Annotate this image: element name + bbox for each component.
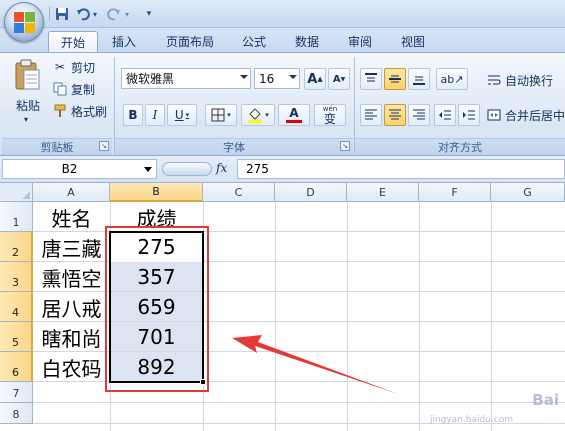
ribbon-tabs: 开始 插入 页面布局 公式 数据 审阅 视图 — [0, 28, 565, 52]
ribbon: 粘贴 ▾ ✂ 剪切 复制 格式刷 剪贴板 ↘ 微软雅黑 16 A ▲ A ▼ B I… — [0, 52, 565, 156]
align-middle-button[interactable] — [384, 68, 406, 90]
bold-button[interactable]: B — [123, 104, 143, 126]
shrink-font-label: A — [332, 73, 341, 85]
align-top-icon — [365, 73, 377, 82]
format-painter-label: 格式刷 — [71, 104, 108, 119]
office-logo-icon — [14, 12, 35, 33]
phonetic-char: 变 — [323, 111, 336, 126]
borders-button[interactable]: ▾ — [205, 104, 237, 126]
align-bottom-icon — [413, 76, 425, 85]
annotation-arrow-icon — [232, 335, 398, 394]
formula-bar: B2 fx 275 — [0, 156, 565, 183]
grow-font-label: A — [307, 71, 318, 87]
paste-dropdown-icon: ▾ — [24, 115, 29, 124]
orientation-button[interactable]: ab↗ — [436, 68, 468, 90]
copy-button[interactable]: 复制 — [52, 79, 95, 99]
align-right-icon — [413, 109, 425, 120]
align-left-button[interactable] — [360, 104, 382, 126]
formula-bar-resize-handle[interactable] — [162, 162, 212, 176]
merge-center-icon — [486, 107, 502, 123]
font-size-value: 16 — [259, 71, 275, 86]
chevron-down-icon: ▾ — [185, 111, 190, 119]
clipboard-launcher-icon[interactable]: ↘ — [99, 141, 109, 151]
redo-dropdown-icon[interactable]: ▾ — [122, 4, 132, 24]
paint-bucket-icon — [248, 108, 263, 123]
wrap-text-icon — [486, 72, 502, 88]
name-box-value: B2 — [61, 162, 78, 176]
paste-label: 粘贴 — [15, 99, 40, 113]
align-bottom-button[interactable] — [408, 68, 430, 90]
font-name-combo[interactable]: 微软雅黑 — [121, 68, 251, 89]
italic-button[interactable]: I — [145, 104, 165, 126]
align-right-button[interactable] — [408, 104, 430, 126]
insert-function-icon[interactable]: fx — [216, 161, 227, 175]
tab-home[interactable]: 开始 — [48, 31, 98, 52]
office-button[interactable] — [4, 2, 44, 42]
phonetic-button[interactable]: wén 变 — [314, 104, 346, 126]
chevron-down-icon — [144, 167, 152, 172]
name-box[interactable]: B2 — [2, 159, 157, 179]
wrap-text-button[interactable]: 自动换行 — [486, 70, 553, 90]
fill-color-button[interactable]: ▾ — [241, 104, 275, 126]
align-center-button[interactable] — [384, 104, 406, 126]
copy-label: 复制 — [71, 82, 96, 97]
font-launcher-icon[interactable]: ↘ — [340, 141, 350, 151]
cut-label: 剪切 — [71, 60, 96, 75]
clipboard-group-label: 剪贴板 — [2, 138, 112, 155]
tab-data[interactable]: 数据 — [285, 31, 329, 52]
formula-input[interactable]: 275 — [237, 159, 565, 179]
align-left-icon — [365, 109, 377, 120]
merge-center-button[interactable]: 合并后居中 — [486, 105, 565, 125]
alignment-group-label: 对齐方式 — [355, 138, 565, 155]
orientation-icon: ab↗ — [440, 72, 464, 86]
decrease-indent-button[interactable] — [434, 104, 456, 126]
underline-label: U — [174, 108, 184, 122]
tab-insert[interactable]: 插入 — [103, 31, 145, 52]
decrease-indent-icon — [439, 110, 451, 120]
paintbrush-icon — [52, 103, 68, 119]
tab-formulas[interactable]: 公式 — [234, 31, 274, 52]
font-name-value: 微软雅黑 — [126, 72, 175, 86]
scissors-icon: ✂ — [54, 60, 66, 74]
grow-font-button[interactable]: A ▲ — [304, 68, 326, 90]
chevron-down-icon: ▾ — [265, 111, 269, 119]
underline-button[interactable]: U ▾ — [167, 104, 197, 126]
copy-icon — [52, 81, 68, 97]
tab-page-layout[interactable]: 页面布局 — [158, 31, 222, 52]
separator — [49, 7, 50, 21]
redo-icon[interactable] — [104, 4, 124, 24]
merge-center-label: 合并后居中 — [505, 108, 565, 123]
tab-review[interactable]: 审阅 — [338, 31, 382, 52]
font-color-button[interactable]: A — [278, 104, 310, 126]
watermark-logo: Bai — [532, 391, 559, 409]
align-center-icon — [389, 109, 401, 120]
increase-indent-icon — [463, 110, 475, 120]
shrink-font-button[interactable]: A ▼ — [328, 68, 350, 90]
font-color-label: A — [289, 106, 299, 120]
spreadsheet-grid: A B C D E F G 1 2 3 4 5 6 7 8 姓名 成绩 唐三藏 … — [0, 183, 565, 431]
font-size-combo[interactable]: 16 — [254, 68, 300, 89]
customize-quick-access-icon[interactable]: ▾ — [142, 4, 156, 24]
align-top-button[interactable] — [360, 68, 382, 90]
wrap-text-label: 自动换行 — [505, 73, 554, 88]
format-painter-button[interactable]: 格式刷 — [52, 101, 107, 121]
paste-icon — [15, 59, 40, 90]
watermark-url: jingyan.baidu.com — [429, 415, 513, 425]
increase-indent-button[interactable] — [458, 104, 480, 126]
align-middle-icon — [389, 75, 401, 83]
cut-button[interactable]: ✂ 剪切 — [52, 57, 95, 77]
save-icon[interactable] — [52, 4, 72, 24]
font-group-label: 字体 — [115, 138, 353, 155]
chevron-down-icon: ▾ — [227, 111, 231, 119]
title-bar: ▾ ▾ ▾ — [0, 0, 565, 28]
chevron-down-icon — [289, 75, 297, 79]
borders-icon — [211, 108, 225, 122]
paste-button[interactable]: 粘贴 ▾ — [8, 57, 48, 135]
chevron-down-icon — [240, 75, 248, 79]
tab-view[interactable]: 视图 — [391, 31, 435, 52]
undo-dropdown-icon[interactable]: ▾ — [90, 4, 100, 24]
font-color-swatch — [286, 120, 302, 123]
